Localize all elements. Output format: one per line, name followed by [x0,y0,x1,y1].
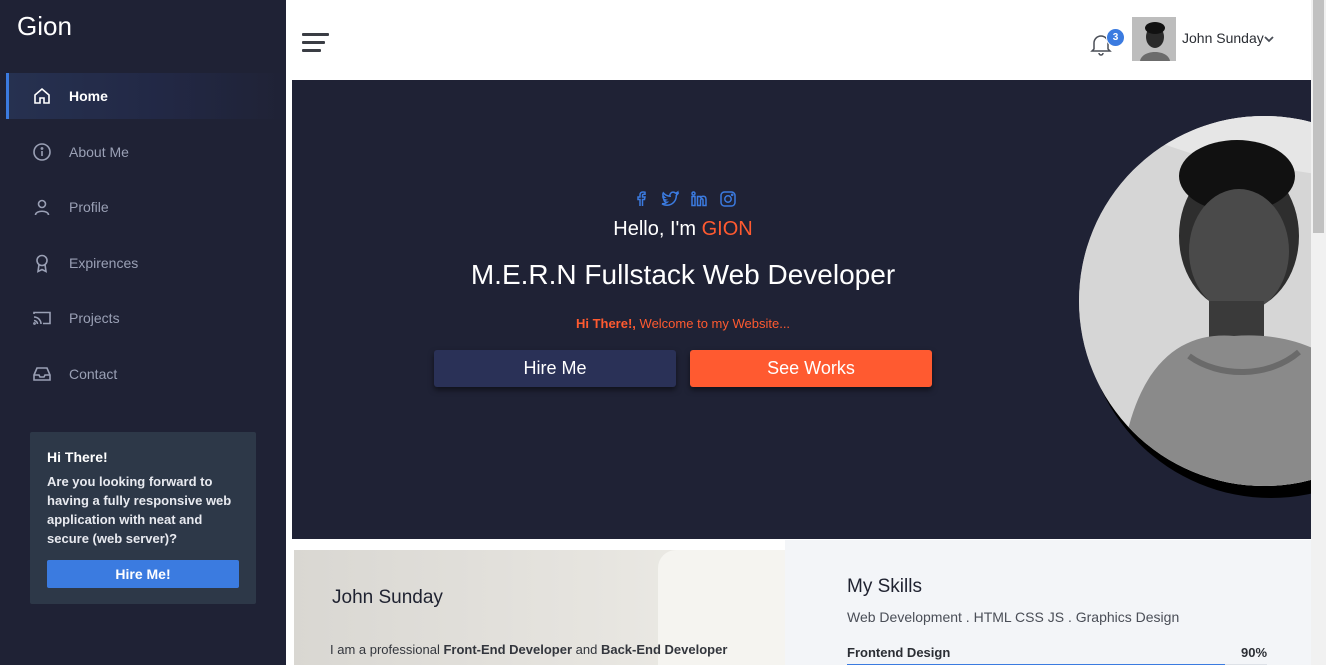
welcome-bold: Hi There!, [575,316,636,331]
about-text-bold: Front-End Developer [443,642,573,657]
sidebar-item-expirences[interactable]: Expirences [6,240,286,286]
sidebar-item-label: Contact [69,365,118,382]
about-name: John Sunday [332,587,443,608]
avatar[interactable] [1132,17,1176,61]
notification-badge: 3 [1106,28,1125,47]
sidebar-item-label: Home [69,88,108,104]
see-works-button[interactable]: See Works [690,350,932,387]
sidebar-nav: Home About Me Profile Expirences Project… [6,73,286,407]
sidebar-item-label: Expirences [69,254,139,271]
inbox-icon [32,364,52,384]
welcome-rest: Welcome to my Website... [635,316,791,331]
hero-welcome-text: Hi There!, Welcome to my Website... [292,316,1074,331]
brand-logo[interactable]: Gion [17,11,72,42]
top-bar: 3 John Sunday [286,0,1311,80]
user-name[interactable]: John Sunday [1182,30,1264,46]
home-icon [32,86,52,106]
about-text-part: and [572,642,601,657]
promo-text: Are you looking forward to having a full… [47,474,232,546]
sidebar: Gion Home About Me Profile Expirences Pr… [0,0,286,665]
hamburger-menu-icon[interactable] [302,31,329,55]
sidebar-item-label: About Me [69,143,129,160]
sidebar-item-label: Profile [69,199,109,216]
info-icon [32,142,52,162]
award-icon [32,253,52,273]
promo-hire-button[interactable]: Hire Me! [47,560,239,588]
about-card: John Sunday I am a professional Front-En… [294,550,785,665]
social-links [632,190,737,208]
skills-subtitle: Web Development . HTML CSS JS . Graphics… [847,609,1180,625]
page-scrollbar[interactable] [1311,0,1326,665]
chevron-down-icon[interactable] [1263,32,1275,44]
cast-icon [32,308,52,328]
linkedin-icon[interactable] [690,190,708,208]
about-text-bold: Back-End Developer [600,642,728,657]
sidebar-item-label: Projects [69,310,120,327]
hero-section: Hello, I'm GION M.E.R.N Fullstack Web De… [292,80,1311,539]
sidebar-item-home[interactable]: Home [6,73,286,119]
sidebar-item-projects[interactable]: Projects [6,295,286,341]
sidebar-item-contact[interactable]: Contact [6,351,286,397]
hero-portrait-image [1079,116,1311,486]
skill-name: Frontend Design [847,645,951,660]
scrollbar-thumb[interactable] [1313,0,1324,233]
sidebar-item-profile[interactable]: Profile [6,184,286,230]
hero-greeting: Hello, I'm GION [292,218,1074,241]
facebook-icon[interactable] [632,190,650,208]
skills-title: My Skills [847,576,922,597]
about-text-part: I am a professional [330,642,444,657]
user-icon [32,197,52,217]
skill-percent: 90% [1241,645,1268,660]
hire-me-button[interactable]: Hire Me [434,350,676,387]
twitter-icon[interactable] [661,190,679,208]
skills-panel: My Skills Web Development . HTML CSS JS … [785,540,1311,665]
promo-card: Hi There! Are you looking forward to hav… [30,432,256,604]
sidebar-item-about-me[interactable]: About Me [6,129,286,175]
promo-title: Hi There! [47,449,108,465]
greeting-name: GION [701,218,753,240]
about-text: I am a professional Front-End Developer … [330,642,727,657]
instagram-icon[interactable] [719,190,737,208]
hero-role-title: M.E.R.N Fullstack Web Developer [470,259,896,290]
greeting-prefix: Hello, I'm [613,218,702,240]
